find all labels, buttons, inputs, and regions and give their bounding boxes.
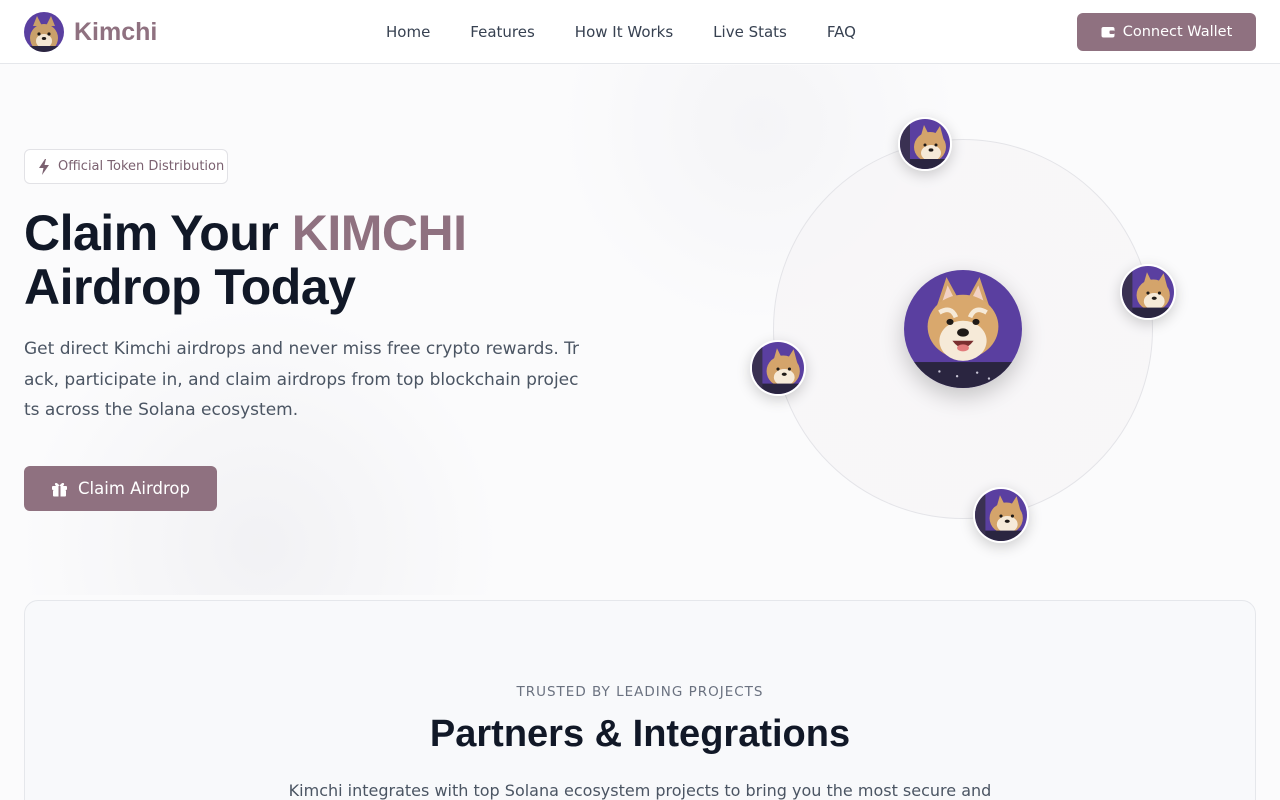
connect-wallet-button[interactable]: Connect Wallet xyxy=(1077,13,1256,51)
connect-wallet-label: Connect Wallet xyxy=(1122,24,1233,40)
nav-home[interactable]: Home xyxy=(366,23,450,41)
partners-description: Kimchi integrates with top Solana ecosys… xyxy=(288,781,992,800)
orbit-shiba-avatar-right xyxy=(1120,264,1176,320)
site-header: Kimchi Home Features How It Works Live S… xyxy=(0,0,1280,64)
gift-icon xyxy=(51,480,68,497)
nav-live-stats[interactable]: Live Stats xyxy=(693,23,807,41)
claim-airdrop-label: Claim Airdrop xyxy=(78,479,190,498)
hero-title-prefix: Claim Your xyxy=(24,205,292,261)
orbit-shiba-avatar-top xyxy=(898,117,952,171)
nav-how-it-works[interactable]: How It Works xyxy=(555,23,693,41)
hero-title: Claim Your KIMCHI Airdrop Today xyxy=(24,206,624,314)
nav-faq[interactable]: FAQ xyxy=(807,23,876,41)
orbit-shiba-avatar-bottom xyxy=(973,487,1029,543)
shiba-logo-icon xyxy=(24,12,64,52)
partners-title: Partners & Integrations xyxy=(429,713,851,755)
bolt-icon xyxy=(37,158,51,175)
wallet-icon xyxy=(1101,26,1115,38)
partners-eyebrow: TRUSTED BY LEADING PROJECTS xyxy=(516,684,764,700)
nav-features[interactable]: Features xyxy=(450,23,555,41)
main-nav: Home Features How It Works Live Stats FA… xyxy=(366,0,876,64)
brand-name: Kimchi xyxy=(74,17,158,46)
orbit-shiba-avatar-left xyxy=(750,340,806,396)
claim-airdrop-button[interactable]: Claim Airdrop xyxy=(24,466,217,511)
partners-section: TRUSTED BY LEADING PROJECTS Partners & I… xyxy=(24,600,1256,800)
hero-title-suffix: Airdrop Today xyxy=(24,259,356,315)
brand[interactable]: Kimchi xyxy=(24,12,157,52)
hero-description: Get direct Kimchi airdrops and never mis… xyxy=(24,339,580,420)
hero-title-accent: KIMCHI xyxy=(291,205,467,261)
center-shiba-avatar xyxy=(904,270,1022,388)
badge-text: Official Token Distribution xyxy=(58,159,225,174)
distribution-badge: Official Token Distribution xyxy=(24,149,228,184)
